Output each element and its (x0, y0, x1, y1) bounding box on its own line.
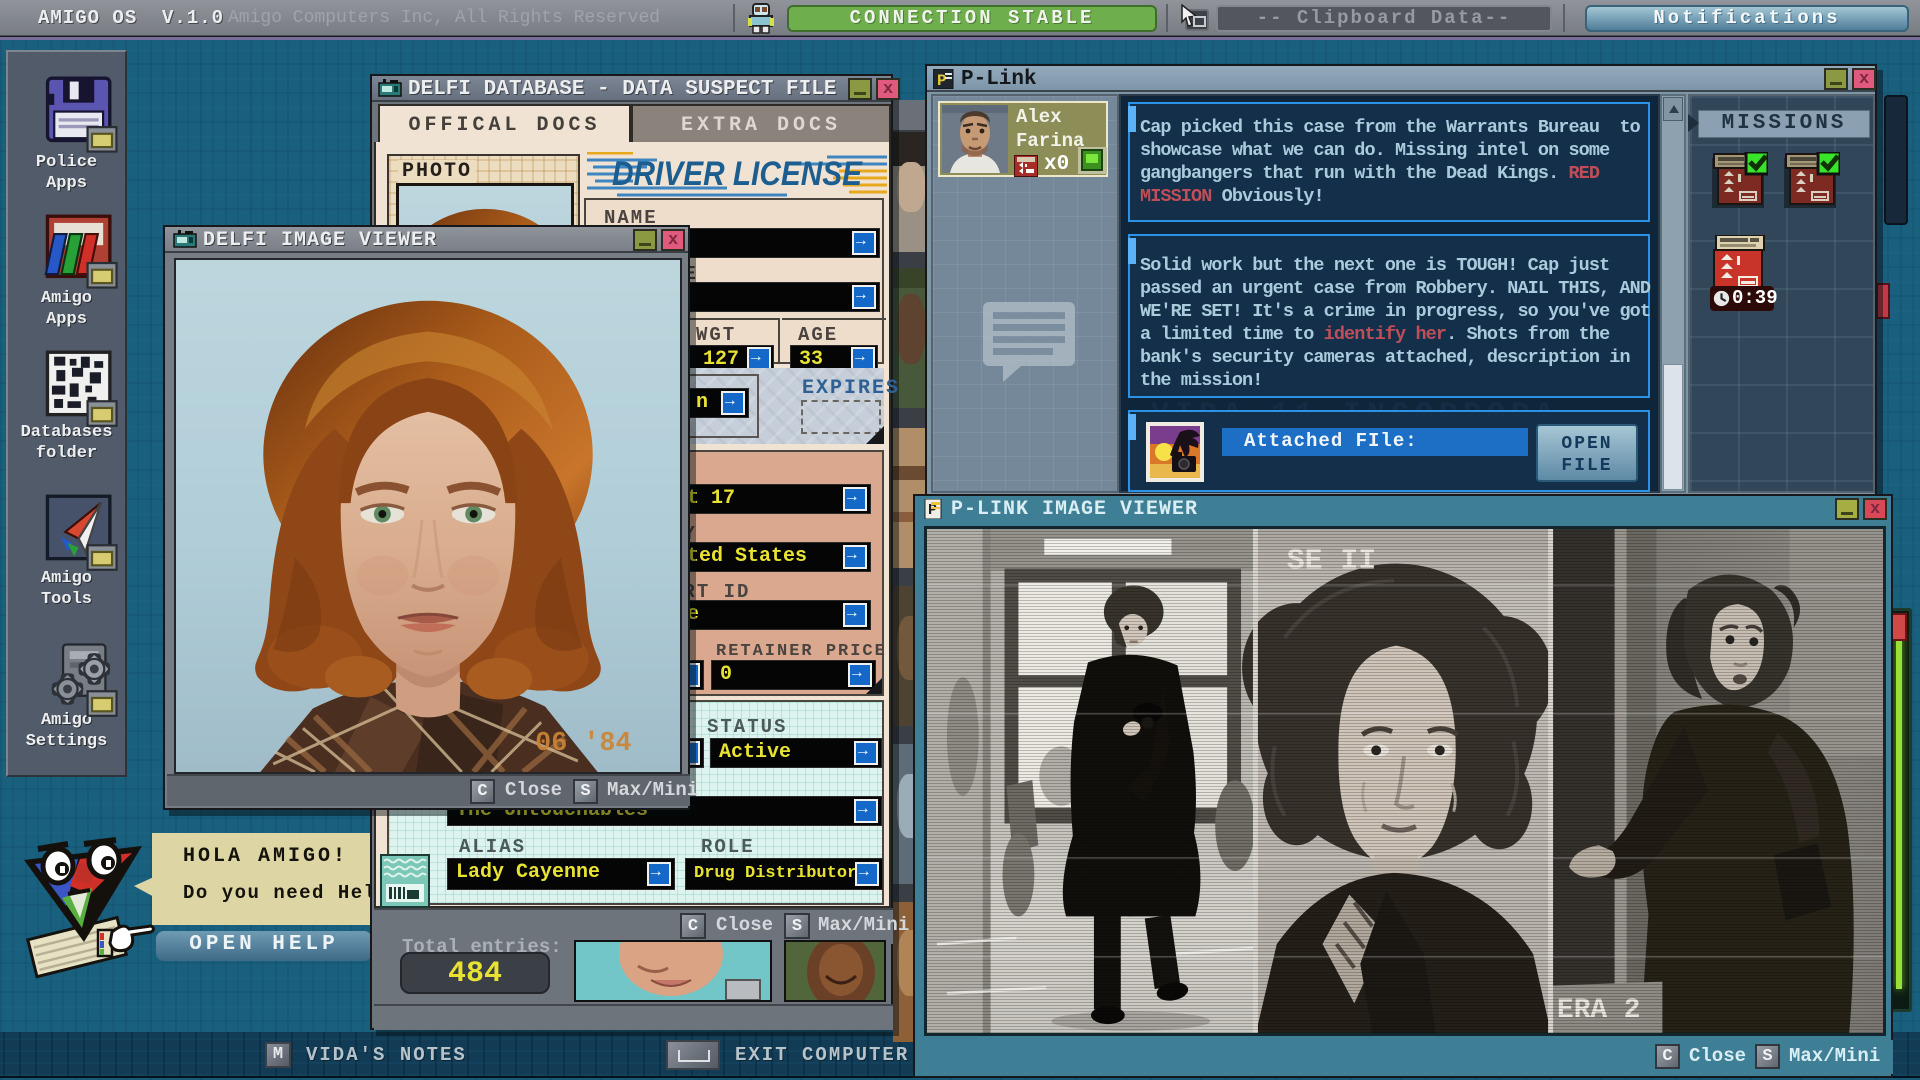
svg-text:DRIVER LICENSE: DRIVER LICENSE (612, 155, 863, 193)
